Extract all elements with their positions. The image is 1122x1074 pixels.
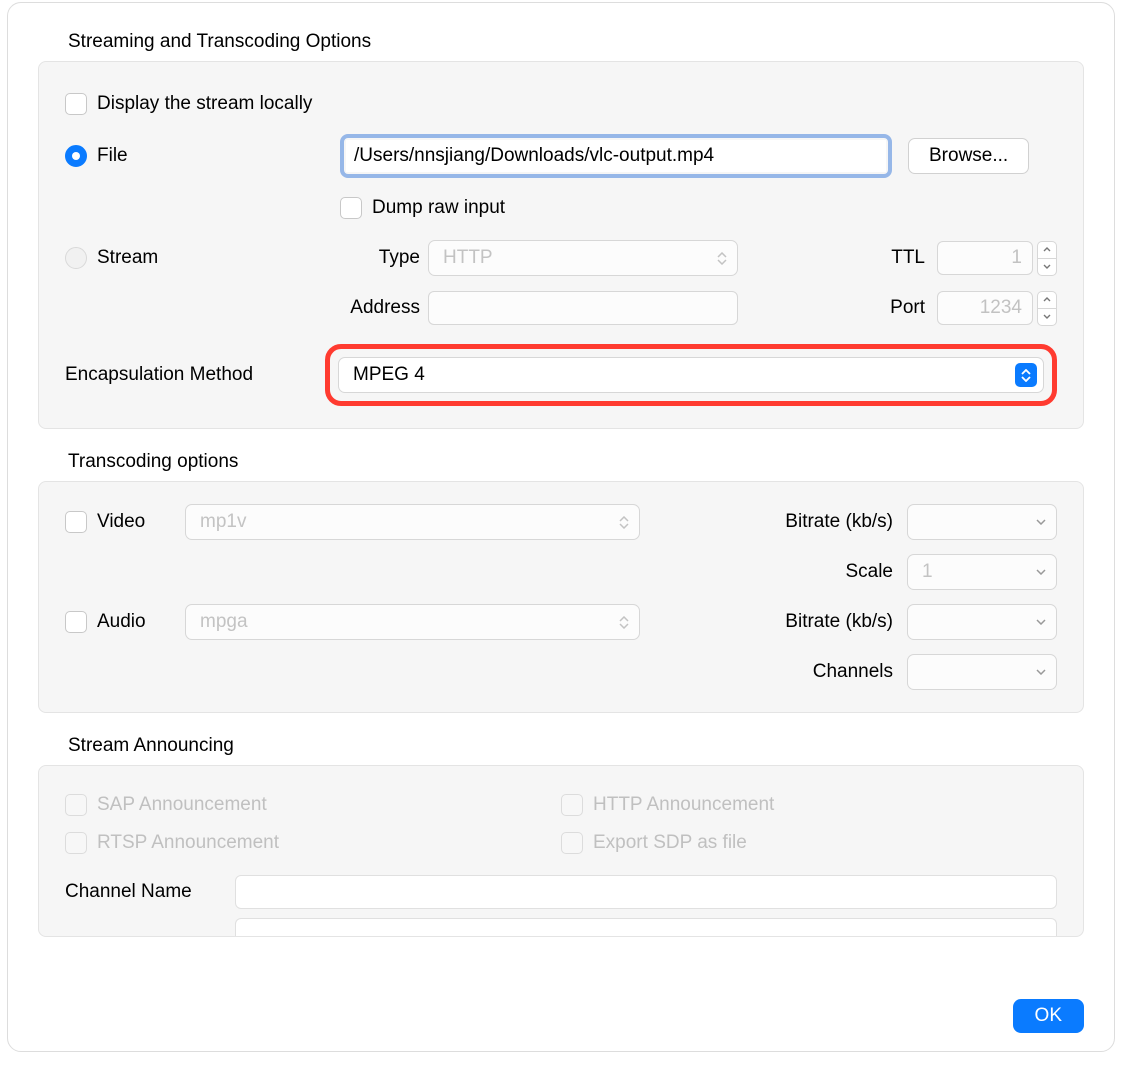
audio-label: Audio: [97, 611, 146, 633]
port-label: Port: [890, 297, 925, 319]
encapsulation-highlight: MPEG 4: [325, 344, 1057, 406]
video-row: Video mp1v Bitrate (kb/s): [65, 504, 1057, 540]
scale-value: 1: [922, 561, 933, 583]
sap-checkbox: [65, 794, 87, 816]
file-row: File Browse...: [65, 134, 1057, 178]
video-codec-select[interactable]: mp1v: [185, 504, 640, 540]
video-bitrate-select[interactable]: [907, 504, 1057, 540]
scale-row: Scale 1: [65, 554, 1057, 590]
chevron-down-icon: [1043, 314, 1051, 319]
file-radio[interactable]: [65, 145, 87, 167]
port-stepper-down[interactable]: [1037, 308, 1057, 326]
chevron-up-down-icon: [615, 511, 633, 533]
streaming-section-title: Streaming and Transcoding Options: [68, 31, 1084, 53]
display-locally-label: Display the stream locally: [97, 93, 312, 115]
type-label: Type: [340, 247, 420, 269]
channels-row: Channels: [65, 654, 1057, 690]
http-ann-label: HTTP Announcement: [593, 794, 774, 816]
channels-label: Channels: [813, 661, 893, 683]
ttl-stepper-up[interactable]: [1037, 241, 1057, 258]
export-sdp-checkbox: [561, 832, 583, 854]
port-input[interactable]: [937, 291, 1033, 325]
ttl-stepper-down[interactable]: [1037, 258, 1057, 276]
http-ann-checkbox: [561, 794, 583, 816]
chevron-up-down-icon: [1015, 363, 1037, 387]
rtsp-label: RTSP Announcement: [97, 832, 279, 854]
rtsp-row: RTSP Announcement: [65, 826, 561, 860]
video-checkbox[interactable]: [65, 511, 87, 533]
stream-type-value: HTTP: [443, 247, 493, 269]
chevron-up-icon: [1043, 247, 1051, 252]
export-sdp-row: Export SDP as file: [561, 826, 1057, 860]
sap-row: SAP Announcement: [65, 788, 561, 822]
http-ann-row: HTTP Announcement: [561, 788, 1057, 822]
file-path-input[interactable]: [346, 140, 886, 172]
truncated-row: [65, 918, 1057, 936]
video-codec-value: mp1v: [200, 511, 246, 533]
address-port-row: Address Port: [65, 288, 1057, 328]
ok-button[interactable]: OK: [1013, 999, 1084, 1033]
export-sdp-label: Export SDP as file: [593, 832, 747, 854]
channel-name-row: Channel Name: [65, 872, 1057, 912]
audio-row: Audio mpga Bitrate (kb/s): [65, 604, 1057, 640]
address-label: Address: [340, 297, 420, 319]
channel-name-label: Channel Name: [65, 881, 235, 903]
address-input[interactable]: [428, 291, 738, 325]
stream-radio[interactable]: [65, 247, 87, 269]
sap-label: SAP Announcement: [97, 794, 267, 816]
transcoding-panel: Video mp1v Bitrate (kb/s): [38, 481, 1084, 713]
channels-select[interactable]: [907, 654, 1057, 690]
encapsulation-value: MPEG 4: [353, 364, 425, 386]
port-stepper: [1037, 291, 1057, 326]
video-label: Video: [97, 511, 145, 533]
ttl-stepper: [1037, 241, 1057, 276]
channel-name-input[interactable]: [235, 875, 1057, 909]
stream-type-select[interactable]: HTTP: [428, 240, 738, 276]
video-bitrate-label: Bitrate (kb/s): [785, 511, 893, 533]
display-locally-row: Display the stream locally: [65, 84, 1057, 124]
announcing-section-title: Stream Announcing: [68, 735, 1084, 757]
truncated-input[interactable]: [235, 918, 1057, 936]
chevron-down-icon: [1032, 511, 1050, 533]
port-stepper-up[interactable]: [1037, 291, 1057, 308]
transcoding-section-title: Transcoding options: [68, 451, 1084, 473]
content: Streaming and Transcoding Options Displa…: [8, 3, 1114, 937]
audio-bitrate-label: Bitrate (kb/s): [785, 611, 893, 633]
chevron-down-icon: [1032, 561, 1050, 583]
scale-label: Scale: [845, 561, 893, 583]
rtsp-checkbox: [65, 832, 87, 854]
stream-type-row: Stream Type HTTP TTL: [65, 238, 1057, 278]
file-path-focus-ring: [340, 134, 892, 178]
stream-label: Stream: [97, 247, 158, 269]
ttl-input[interactable]: [937, 241, 1033, 275]
streaming-panel: Display the stream locally File Browse..…: [38, 61, 1084, 429]
encapsulation-label: Encapsulation Method: [65, 364, 325, 386]
browse-button[interactable]: Browse...: [908, 138, 1029, 174]
scale-select[interactable]: 1: [907, 554, 1057, 590]
audio-checkbox[interactable]: [65, 611, 87, 633]
audio-codec-select[interactable]: mpga: [185, 604, 640, 640]
ttl-label: TTL: [891, 247, 925, 269]
file-label: File: [97, 145, 128, 167]
encapsulation-row: Encapsulation Method MPEG 4: [65, 344, 1057, 406]
chevron-down-icon: [1032, 611, 1050, 633]
dump-raw-row: Dump raw input: [65, 188, 1057, 228]
truncated-label: [65, 918, 235, 934]
chevron-down-icon: [1043, 264, 1051, 269]
encapsulation-select[interactable]: MPEG 4: [338, 357, 1044, 393]
dump-raw-label: Dump raw input: [372, 197, 505, 219]
announcing-panel: SAP Announcement RTSP Announcement HTTP …: [38, 765, 1084, 937]
chevron-up-down-icon: [713, 247, 731, 269]
audio-bitrate-select[interactable]: [907, 604, 1057, 640]
chevron-down-icon: [1032, 661, 1050, 683]
audio-codec-value: mpga: [200, 611, 248, 633]
display-locally-checkbox[interactable]: [65, 93, 87, 115]
chevron-up-icon: [1043, 297, 1051, 302]
dump-raw-checkbox[interactable]: [340, 197, 362, 219]
dialog-window: Streaming and Transcoding Options Displa…: [7, 2, 1115, 1052]
chevron-up-down-icon: [615, 611, 633, 633]
